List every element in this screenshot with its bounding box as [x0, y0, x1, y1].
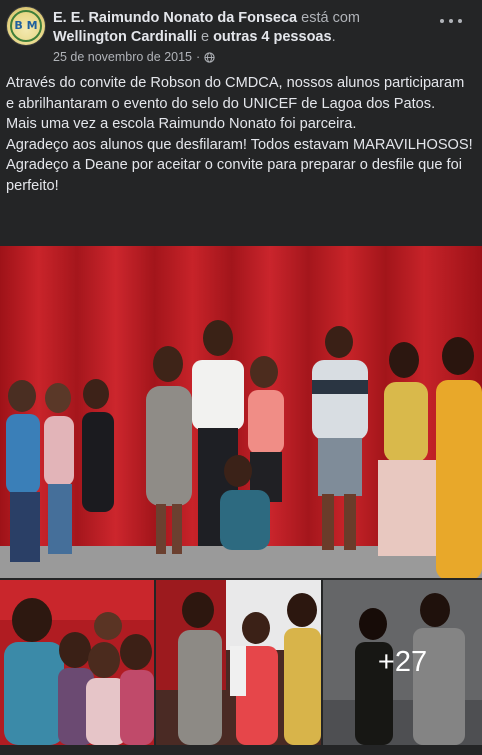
group-photo-image — [0, 246, 482, 578]
post-photo-thumb-1[interactable] — [0, 580, 154, 745]
post-paragraph: Através do convite de Robson do CMDCA, n… — [6, 75, 465, 112]
facebook-post: B M E. E. Raimundo Nonato da Fonseca est… — [0, 0, 482, 755]
post-photo-thumb-2[interactable] — [156, 580, 321, 745]
thumb-image-1 — [0, 580, 154, 745]
tagged-others-link[interactable]: outras 4 pessoas — [213, 29, 331, 45]
tagged-conjunction: e — [200, 29, 210, 45]
author-link[interactable]: E. E. Raimundo Nonato da Fonseca — [53, 10, 297, 26]
post-text: Através do convite de Robson do CMDCA, n… — [6, 73, 476, 196]
post-paragraph: Agradeço a Deane por aceitar o convite p… — [6, 157, 462, 194]
globe-icon[interactable] — [204, 51, 215, 63]
more-horizontal-icon[interactable] — [440, 14, 462, 28]
post-bottom-edge — [0, 745, 482, 755]
post-photo-thumb-more[interactable]: +27 — [323, 580, 482, 745]
header-tagged-line: Wellington Cardinalli e outras 4 pessoas… — [53, 28, 336, 46]
post-header: B M E. E. Raimundo Nonato da Fonseca est… — [0, 0, 482, 68]
more-photos-overlay[interactable]: +27 — [323, 580, 482, 745]
meta-separator: · — [196, 50, 201, 64]
thumb-image-2 — [156, 580, 321, 745]
post-date-link[interactable]: 25 de novembro de 2015 — [53, 50, 192, 64]
post-meta: 25 de novembro de 2015 · — [53, 50, 215, 64]
avatar-logo: B M — [14, 19, 38, 32]
more-photos-count: +27 — [377, 646, 428, 678]
header-author-line: E. E. Raimundo Nonato da Fonseca está co… — [53, 9, 360, 27]
post-paragraph: Mais uma vez a escola Raimundo Nonato fo… — [6, 116, 357, 132]
with-text: está com — [301, 10, 360, 26]
page-avatar[interactable]: B M — [6, 6, 46, 46]
tagged-suffix: . — [331, 29, 336, 45]
post-photo-main[interactable] — [0, 246, 482, 578]
tagged-person-link[interactable]: Wellington Cardinalli — [53, 29, 197, 45]
post-paragraph: Agradeço aos alunos que desfilaram! Todo… — [6, 136, 473, 153]
